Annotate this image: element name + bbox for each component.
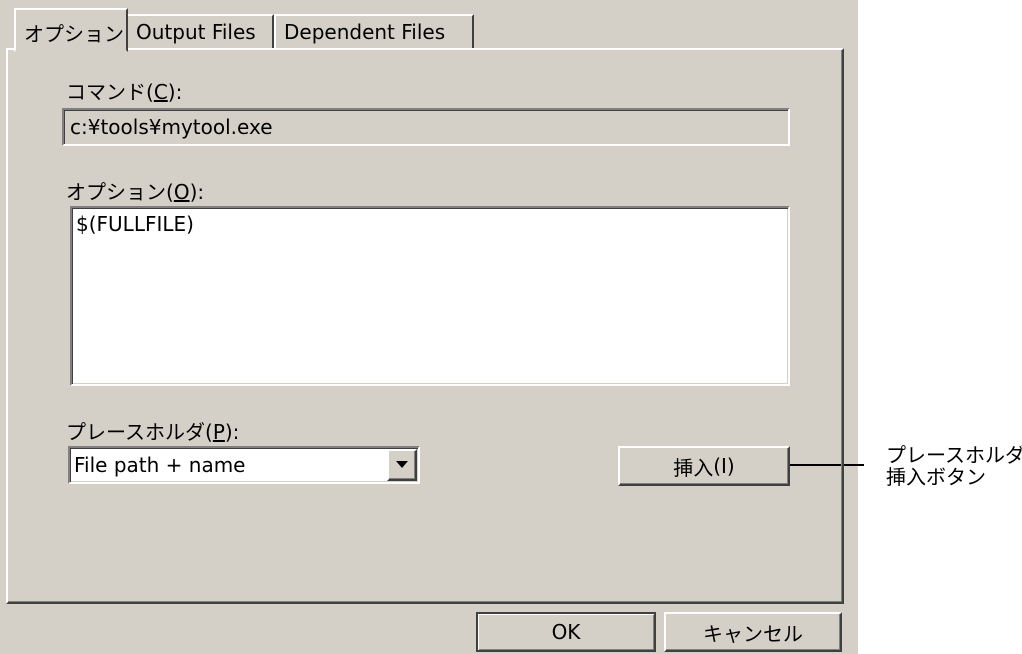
annotation-line-1: プレースホルダ <box>886 443 1022 467</box>
ok-button-label: OK <box>551 620 581 644</box>
options-accesskey: O <box>173 180 190 204</box>
placeholder-label: プレースホルダ(P): <box>66 420 240 444</box>
dropdown-button[interactable] <box>387 449 417 481</box>
options-label: オプション(O): <box>66 180 205 204</box>
options-textarea[interactable]: $(FULLFILE) <box>70 206 790 386</box>
command-accesskey: C <box>153 80 168 104</box>
insert-button-label: 挿入 <box>673 455 714 480</box>
command-label: コマンド(C): <box>66 80 183 104</box>
options-value: $(FULLFILE) <box>76 212 194 236</box>
tab-dependent-files-label: Dependent Files <box>284 20 446 44</box>
cancel-button-label: キャンセル <box>703 621 803 646</box>
insert-placeholder-button[interactable]: 挿入 (I) <box>618 446 790 486</box>
command-value: c:¥tools¥mytool.exe <box>70 115 273 139</box>
annotation-text: プレースホルダ 挿入ボタン <box>886 444 1022 488</box>
placeholder-select[interactable]: File path + name <box>68 446 420 484</box>
tool-options-dialog: オプション Output Files Dependent Files コマンド(… <box>0 0 858 654</box>
tab-options-label: オプション <box>24 22 124 46</box>
tab-options[interactable]: オプション <box>14 8 128 52</box>
placeholder-accesskey: P <box>212 420 225 444</box>
command-field[interactable]: c:¥tools¥mytool.exe <box>62 108 790 146</box>
insert-button-accesskey: (I) <box>713 454 735 478</box>
tab-output-files-label: Output Files <box>136 20 256 44</box>
chevron-down-icon <box>396 461 408 468</box>
placeholder-selected-value: File path + name <box>74 453 246 477</box>
tab-output-files[interactable]: Output Files <box>126 14 274 50</box>
cancel-button[interactable]: キャンセル <box>664 612 842 652</box>
tab-dependent-files[interactable]: Dependent Files <box>274 14 474 50</box>
annotation-line-2: 挿入ボタン <box>886 465 986 489</box>
ok-button[interactable]: OK <box>476 612 656 652</box>
